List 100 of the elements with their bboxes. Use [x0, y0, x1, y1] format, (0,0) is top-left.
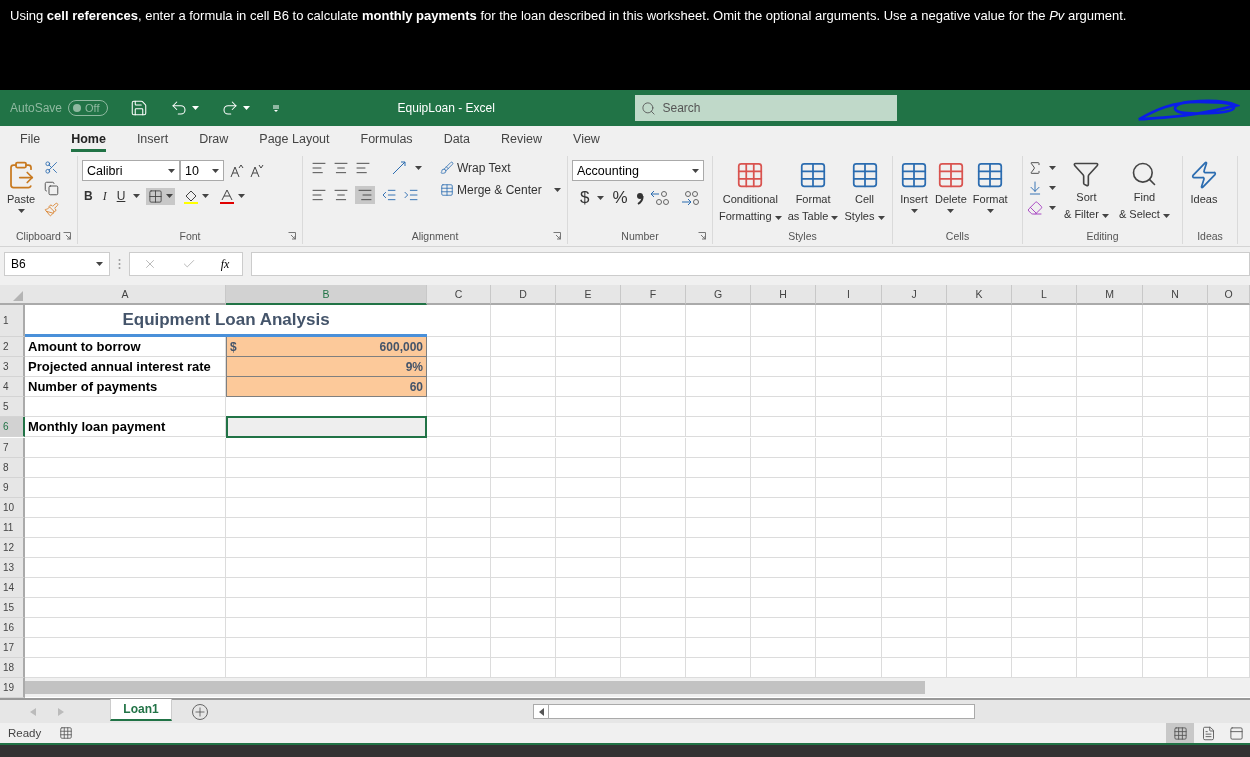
row-header[interactable]: 18 — [0, 658, 25, 678]
row-header[interactable]: 11 — [0, 518, 25, 538]
row-header[interactable]: 1 — [0, 305, 25, 337]
ribbon-tab[interactable]: Review — [501, 132, 543, 152]
sheet-tab[interactable]: Loan1 — [110, 698, 172, 721]
ribbon-tab[interactable]: Home — [71, 132, 106, 152]
font-color-button[interactable] — [217, 187, 248, 205]
insert-function-button[interactable]: fx — [220, 256, 230, 272]
empty-cell — [556, 417, 621, 437]
merge-center-button[interactable]: Merge & Center — [438, 182, 563, 198]
empty-cell — [1143, 458, 1208, 478]
grow-font-icon[interactable] — [230, 163, 244, 178]
ribbon-tab[interactable]: Formulas — [360, 132, 413, 152]
ribbon-tab[interactable]: Draw — [199, 132, 229, 152]
find-select-button[interactable]: Find & Select — [1116, 160, 1172, 222]
row-header[interactable]: 15 — [0, 598, 25, 618]
sort-filter-button[interactable]: Sort & Filter — [1062, 160, 1111, 222]
column-header[interactable]: I — [816, 285, 882, 305]
row-header[interactable]: 9 — [0, 478, 25, 498]
empty-cell — [882, 458, 947, 478]
percent-button[interactable]: % — [610, 187, 630, 209]
ideas-button[interactable]: Ideas — [1187, 160, 1221, 207]
italic-button[interactable]: I — [100, 187, 109, 205]
column-header[interactable]: C — [427, 285, 491, 305]
column-header[interactable]: A — [25, 285, 226, 305]
column-header[interactable]: H — [751, 285, 816, 305]
launcher-icon — [553, 232, 561, 240]
orientation-icon[interactable] — [391, 160, 409, 176]
customize-icon[interactable] — [271, 104, 280, 112]
row-header[interactable]: 7 — [0, 438, 25, 458]
row-header[interactable]: 2 — [0, 337, 25, 357]
column-header[interactable]: B — [226, 285, 427, 305]
input-cell[interactable]: 60 — [226, 377, 427, 397]
normal-view-button[interactable] — [1166, 723, 1194, 743]
styles-button[interactable]: Format as Table — [785, 160, 841, 224]
name-box[interactable]: B6 — [4, 252, 110, 276]
row-header[interactable]: 17 — [0, 638, 25, 658]
empty-cell — [1077, 498, 1143, 518]
currency-button[interactable]: $ — [578, 187, 592, 209]
bold-button[interactable]: B — [82, 188, 95, 204]
caret-icon — [831, 216, 839, 220]
row-header[interactable]: 5 — [0, 397, 25, 417]
input-cell[interactable]: 9% — [226, 357, 427, 377]
empty-cell — [816, 538, 882, 558]
horizontal-scrollbar[interactable] — [533, 704, 975, 719]
empty-cell — [816, 397, 882, 417]
formula-input[interactable] — [251, 252, 1250, 276]
caret-icon — [415, 166, 422, 170]
row-header[interactable]: 6 — [0, 417, 25, 437]
borders-button[interactable] — [146, 187, 176, 205]
scrollbar-thumb[interactable] — [25, 681, 925, 694]
empty-cell — [947, 598, 1012, 618]
input-cell[interactable]: $ 600,000 — [226, 337, 427, 357]
status-text: Ready — [8, 727, 42, 739]
cells-button[interactable]: Delete — [933, 160, 969, 213]
row-header[interactable]: 4 — [0, 377, 25, 397]
column-header[interactable]: J — [882, 285, 947, 305]
paste-button[interactable]: Paste — [4, 160, 38, 213]
column-header[interactable]: D — [491, 285, 556, 305]
row-header[interactable]: 8 — [0, 458, 25, 478]
underline-button[interactable]: U — [114, 188, 128, 204]
increase-decimal-icon[interactable] — [649, 189, 672, 207]
column-header[interactable]: L — [1012, 285, 1077, 305]
ribbon-tab[interactable]: Insert — [136, 132, 169, 152]
comma-style-icon[interactable] — [635, 191, 644, 205]
empty-cell — [491, 578, 556, 598]
row-header[interactable]: 16 — [0, 618, 25, 638]
row-header[interactable]: 10 — [0, 498, 25, 518]
empty-cell — [686, 417, 751, 437]
shrink-font-icon[interactable] — [250, 163, 264, 178]
search-field[interactable]: Search — [635, 95, 897, 121]
align-right-button[interactable] — [355, 186, 375, 204]
ribbon-tab[interactable]: View — [573, 132, 600, 152]
styles-button[interactable]: Conditional Formatting — [717, 160, 784, 224]
ribbon-tab[interactable]: File — [20, 132, 41, 152]
empty-cell — [556, 518, 621, 538]
cells-button[interactable]: Insert — [897, 160, 931, 213]
wrap-text-button[interactable]: Wrap Text — [438, 160, 563, 176]
row-header[interactable]: 13 — [0, 558, 25, 578]
column-header[interactable]: O — [1208, 285, 1250, 305]
column-header[interactable]: N — [1143, 285, 1208, 305]
font-size-field[interactable]: 10 — [180, 160, 224, 181]
column-header[interactable]: E — [556, 285, 621, 305]
column-header[interactable]: F — [621, 285, 686, 305]
row-header[interactable]: 12 — [0, 538, 25, 558]
row-header[interactable]: 14 — [0, 578, 25, 598]
row-header[interactable]: 3 — [0, 357, 25, 377]
empty-cell — [947, 438, 1012, 458]
ribbon-tab[interactable]: Page Layout — [259, 132, 330, 152]
empty-cell — [1143, 305, 1208, 337]
row-header[interactable]: 19 — [0, 678, 25, 698]
font-name-field[interactable]: Calibri — [82, 160, 180, 181]
cells-button[interactable]: Format — [970, 160, 1010, 213]
column-header[interactable]: M — [1077, 285, 1143, 305]
ribbon-tab[interactable]: Data — [443, 132, 471, 152]
number-format-field[interactable]: Accounting — [572, 160, 704, 181]
active-cell[interactable] — [226, 416, 427, 438]
column-header[interactable]: K — [947, 285, 1012, 305]
styles-button[interactable]: Cell Styles — [842, 160, 887, 224]
column-header[interactable]: G — [686, 285, 751, 305]
